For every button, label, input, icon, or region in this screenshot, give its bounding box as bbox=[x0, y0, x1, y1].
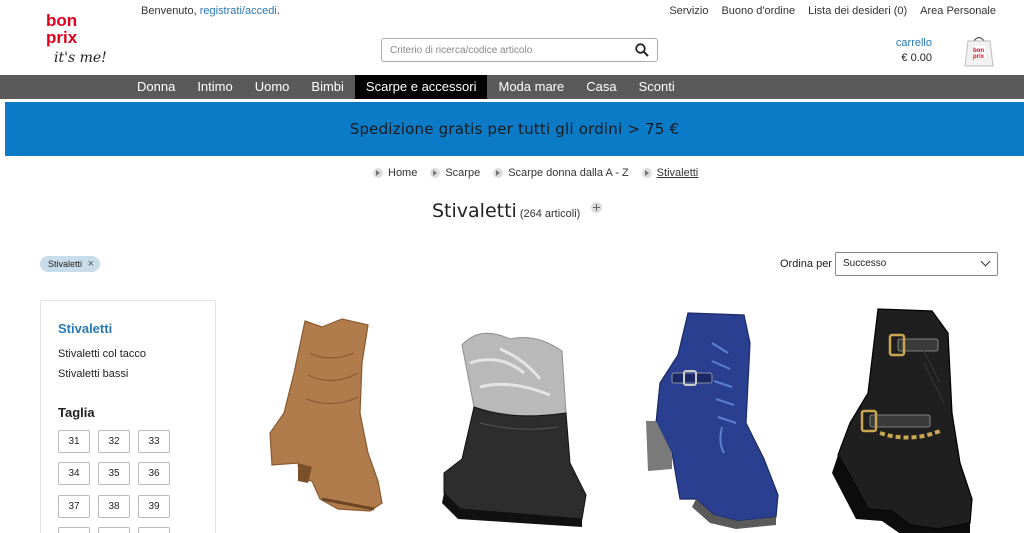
bonprix-logo[interactable]: bon prix it's me! bbox=[44, 10, 108, 68]
page-title: Stivaletti bbox=[432, 200, 517, 222]
welcome-prefix: Benvenuto, bbox=[141, 5, 197, 17]
nav-item-sconti[interactable]: Sconti bbox=[628, 75, 686, 99]
search-box bbox=[381, 38, 658, 62]
cowboy-boot-brown-icon bbox=[269, 318, 383, 512]
size-option-more[interactable] bbox=[98, 527, 130, 533]
size-heading: Taglia bbox=[58, 405, 95, 420]
sidebar-title[interactable]: Stivaletti bbox=[58, 321, 112, 336]
breadcrumb-scarpe-donna[interactable]: Scarpe donna dalla A - Z bbox=[493, 167, 629, 179]
size-option-39[interactable]: 39 bbox=[138, 495, 170, 518]
bag-logo-line2: prix bbox=[973, 54, 985, 60]
size-option-35[interactable]: 35 bbox=[98, 462, 130, 485]
nav-item-intimo[interactable]: Intimo bbox=[186, 75, 243, 99]
page: bon prix it's me! Benvenuto, registrati/… bbox=[0, 0, 1024, 533]
shopping-bag-icon[interactable]: bon prix bbox=[962, 33, 996, 67]
breadcrumb-home[interactable]: Home bbox=[373, 167, 417, 179]
category-sidebar: Stivaletti Stivaletti col tacco Stivalet… bbox=[40, 300, 216, 533]
page-heading: Stivaletti (264 articoli) bbox=[432, 200, 603, 222]
buckle-boot-black-icon bbox=[832, 308, 973, 533]
product-card-black-buckle-boot[interactable] bbox=[820, 303, 990, 533]
plus-icon[interactable] bbox=[591, 202, 603, 213]
breadcrumb-label: Scarpe bbox=[445, 167, 481, 179]
size-option-32[interactable]: 32 bbox=[98, 430, 130, 453]
logo-tagline: it's me! bbox=[54, 50, 107, 66]
register-login-link[interactable]: registrati/accedi bbox=[200, 5, 277, 17]
sidebar-item-bassi[interactable]: Stivaletti bassi bbox=[58, 368, 128, 380]
chevron-right-icon bbox=[373, 168, 383, 178]
breadcrumb-stivaletti[interactable]: Stivaletti bbox=[641, 167, 699, 179]
sort-select[interactable]: Successo bbox=[835, 252, 998, 276]
nav-item-uomo[interactable]: Uomo bbox=[244, 75, 301, 99]
fur-boot-black-icon bbox=[442, 332, 587, 527]
size-option-36[interactable]: 36 bbox=[138, 462, 170, 485]
close-icon[interactable]: × bbox=[88, 256, 94, 272]
welcome-text: Benvenuto, registrati/accedi. bbox=[141, 5, 280, 17]
size-option-34[interactable]: 34 bbox=[58, 462, 90, 485]
product-card-brown-cowboy-boot[interactable] bbox=[250, 303, 420, 533]
size-option-33[interactable]: 33 bbox=[138, 430, 170, 453]
wishlist-link[interactable]: Lista dei desideri (0) bbox=[808, 5, 907, 17]
search-icon[interactable] bbox=[635, 43, 649, 57]
welcome-suffix: . bbox=[276, 5, 280, 17]
sidebar-item-col-tacco[interactable]: Stivaletti col tacco bbox=[58, 348, 146, 360]
active-filter-chip: Stivaletti × bbox=[40, 256, 101, 272]
size-option-more[interactable] bbox=[58, 527, 90, 533]
voucher-link[interactable]: Buono d'ordine bbox=[721, 5, 795, 17]
breadcrumb-label: Stivaletti bbox=[656, 167, 699, 179]
nav-item-scarpe-accessori[interactable]: Scarpe e accessori bbox=[354, 75, 488, 99]
product-card-blue-laceup-boot[interactable] bbox=[632, 303, 802, 533]
product-card-fur-boot[interactable] bbox=[440, 303, 610, 533]
chevron-right-icon bbox=[641, 168, 652, 178]
size-option-38[interactable]: 38 bbox=[98, 495, 130, 518]
search-input[interactable] bbox=[382, 39, 622, 61]
logo-line2: prix bbox=[46, 28, 78, 47]
chevron-right-icon bbox=[493, 168, 504, 178]
size-option-37[interactable]: 37 bbox=[58, 495, 90, 518]
nav-item-moda-mare[interactable]: Moda mare bbox=[487, 75, 575, 99]
nav-item-donna[interactable]: Donna bbox=[126, 75, 186, 99]
size-option-31[interactable]: 31 bbox=[58, 430, 90, 453]
chevron-right-icon bbox=[430, 168, 441, 178]
breadcrumb-label: Home bbox=[388, 167, 418, 179]
main-nav: Donna Intimo Uomo Bimbi Scarpe e accesso… bbox=[0, 75, 1024, 99]
free-shipping-banner[interactable]: Spedizione gratis per tutti gli ordini >… bbox=[5, 102, 1024, 156]
cart-label[interactable]: carrello bbox=[870, 37, 932, 49]
chevron-down-icon bbox=[980, 256, 991, 267]
breadcrumb-label: Scarpe donna dalla A - Z bbox=[508, 167, 629, 179]
article-count: (264 articoli) bbox=[519, 208, 581, 220]
nav-item-bimbi[interactable]: Bimbi bbox=[300, 75, 355, 99]
sort-label: Ordina per bbox=[780, 258, 832, 270]
breadcrumb: Home Scarpe Scarpe donna dalla A - Z Sti… bbox=[373, 167, 698, 179]
breadcrumb-scarpe[interactable]: Scarpe bbox=[430, 167, 480, 179]
sort-selected-value: Successo bbox=[843, 258, 887, 269]
account-link[interactable]: Area Personale bbox=[920, 5, 996, 17]
top-links: Servizio Buono d'ordine Lista dei deside… bbox=[669, 5, 996, 17]
cart-summary[interactable]: carrello € 0.00 bbox=[870, 37, 932, 64]
size-option-more[interactable] bbox=[138, 527, 170, 533]
cart-amount: € 0.00 bbox=[901, 52, 932, 64]
nav-item-casa[interactable]: Casa bbox=[575, 75, 627, 99]
filter-chip-label: Stivaletti bbox=[48, 259, 83, 269]
service-link[interactable]: Servizio bbox=[669, 5, 708, 17]
lace-up-boot-blue-icon bbox=[646, 312, 779, 529]
